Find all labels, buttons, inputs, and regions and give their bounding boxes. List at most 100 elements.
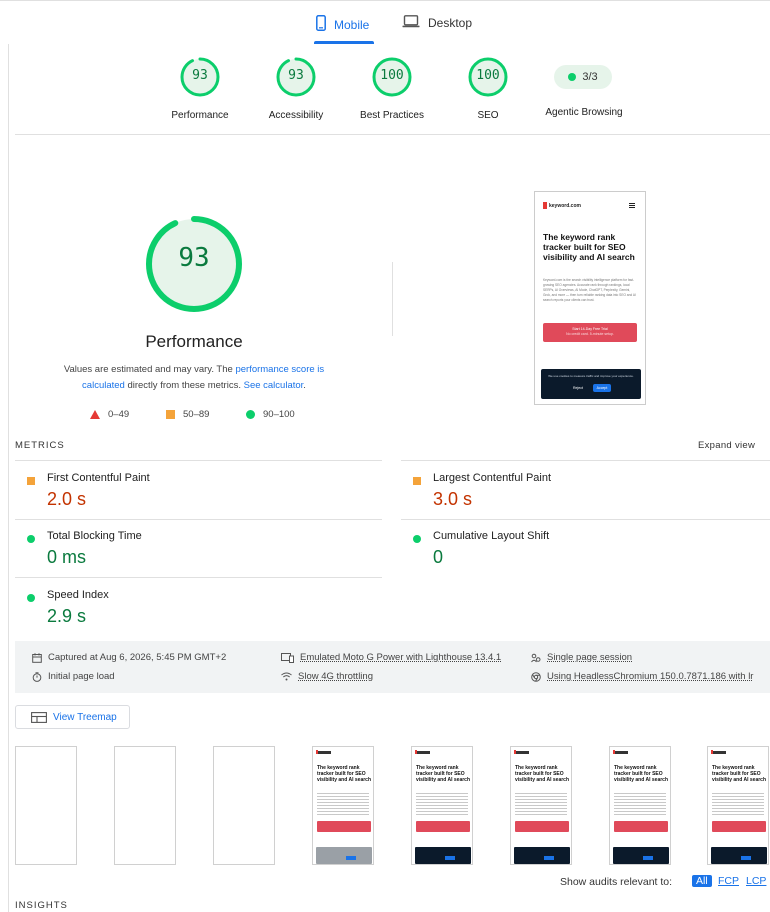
note-text: directly from these metrics.	[124, 380, 244, 391]
legend-range: 90–100	[263, 409, 295, 420]
vertical-divider	[392, 262, 393, 336]
device-text: Emulated Moto G Power with Lighthouse 13…	[300, 652, 502, 663]
audits-filter-label: Show audits relevant to:	[560, 876, 673, 888]
legend-pass: 90–100	[246, 409, 295, 420]
tab-mobile-label: Mobile	[334, 17, 370, 32]
gauge-score: 100	[476, 68, 500, 83]
device-tabs: Mobile Desktop	[0, 0, 770, 44]
metric-label: Largest Contentful Paint	[433, 472, 552, 484]
frame-body	[416, 793, 468, 815]
captured-text: Captured at Aug 6, 2026, 5:45 PM GMT+2	[48, 652, 227, 663]
frame-headline: The keyword rank tracker built for SEO v…	[712, 765, 767, 783]
report-border	[8, 44, 9, 912]
filmstrip-frame[interactable]: The keyword rank tracker built for SEO v…	[510, 746, 572, 865]
expand-view-toggle[interactable]: Expand view	[698, 440, 755, 451]
gauge-label: Accessibility	[268, 110, 324, 121]
divider	[15, 519, 382, 520]
metric-value: 2.9 s	[47, 606, 87, 626]
score-note: Values are estimated and may vary. The p…	[44, 362, 344, 394]
metric-label: Total Blocking Time	[47, 530, 142, 542]
agentic-label: Agentic Browsing	[545, 107, 623, 118]
site-cta-sub: No credit card. 5-minute setup.	[566, 331, 614, 336]
view-treemap-label: View Treemap	[53, 711, 117, 723]
browser-version[interactable]: Using HeadlessChromium 150.0.7871.186 wi…	[531, 671, 753, 682]
metric-tbt: Total Blocking Time 0 ms	[15, 530, 382, 570]
score-legend: 0–49 50–89 90–100	[90, 409, 330, 423]
load-text: Initial page load	[48, 671, 115, 682]
gauge-performance[interactable]: 93 Performance	[155, 56, 245, 121]
page-load-type: Initial page load	[32, 671, 115, 682]
filter-all[interactable]: All	[692, 875, 712, 887]
frame-headline: The keyword rank tracker built for SEO v…	[317, 765, 372, 783]
filter-fcp[interactable]: FCP	[718, 875, 739, 887]
circle-icon	[413, 535, 421, 543]
site-cookie-banner: We use cookies to measure traffic and im…	[541, 369, 641, 399]
site-logo-text: keyword.com	[549, 202, 581, 209]
legend-average: 50–89	[166, 409, 209, 420]
calendar-icon	[32, 652, 42, 663]
site-logo	[316, 750, 331, 754]
divider	[401, 519, 770, 520]
pass-dot-icon	[568, 73, 577, 81]
filmstrip: The keyword rank tracker built for SEO v…	[15, 746, 770, 866]
gauge-seo[interactable]: 100 SEO	[443, 56, 533, 121]
circle-icon	[246, 410, 255, 419]
gauge-accessibility[interactable]: 93 Accessibility	[251, 56, 341, 121]
view-treemap-button[interactable]: View Treemap	[15, 705, 130, 729]
laptop-icon	[402, 15, 420, 31]
metric-value: 0 ms	[47, 547, 87, 567]
frame-body	[515, 793, 567, 815]
emulated-device[interactable]: Emulated Moto G Power with Lighthouse 13…	[281, 652, 501, 663]
metric-label: Speed Index	[47, 589, 109, 601]
filmstrip-frame[interactable]	[114, 746, 176, 865]
gauge-label: Best Practices	[360, 110, 424, 121]
metric-lcp: Largest Contentful Paint 3.0 s	[401, 472, 770, 512]
agentic-browsing-badge[interactable]: 3/3	[554, 65, 612, 89]
frame-headline: The keyword rank tracker built for SEO v…	[614, 765, 669, 783]
see-calculator-link[interactable]: See calculator	[244, 380, 304, 391]
phone-icon	[316, 15, 326, 34]
gauge-label: Performance	[171, 110, 229, 121]
legend-range: 0–49	[108, 409, 130, 420]
frame-body	[317, 793, 369, 815]
divider	[15, 577, 382, 578]
tab-desktop[interactable]: Desktop	[402, 15, 472, 31]
performance-title: Performance	[145, 332, 243, 351]
performance-score: 93	[178, 243, 210, 273]
filter-lcp[interactable]: LCP	[746, 875, 766, 887]
tab-mobile[interactable]: Mobile	[316, 15, 369, 34]
metric-speed-index: Speed Index 2.9 s	[15, 589, 382, 629]
frame-headline: The keyword rank tracker built for SEO v…	[515, 765, 570, 783]
wifi-icon	[281, 672, 292, 681]
session-type[interactable]: Single page session	[531, 652, 632, 663]
filmstrip-frame[interactable]	[213, 746, 275, 865]
circle-icon	[27, 594, 35, 602]
filmstrip-frame[interactable]: The keyword rank tracker built for SEO v…	[707, 746, 769, 865]
filmstrip-frame[interactable]: The keyword rank tracker built for SEO v…	[411, 746, 473, 865]
note-text: .	[303, 380, 306, 391]
timer-icon	[32, 671, 42, 682]
divider	[15, 460, 382, 461]
site-cta-button: Start 14-Day Free Trial No credit card. …	[543, 323, 637, 342]
final-screenshot[interactable]: keyword.com The keyword rank tracker bui…	[534, 191, 646, 405]
gauge-label: SEO	[477, 110, 499, 121]
frame-cookie	[711, 847, 767, 864]
frame-cta	[614, 821, 668, 832]
gauge-best-practices[interactable]: 100 Best Practices	[347, 56, 437, 121]
legend-fail: 0–49	[90, 409, 129, 420]
chrome-icon	[531, 671, 541, 682]
frame-cta	[416, 821, 470, 832]
metric-fcp: First Contentful Paint 2.0 s	[15, 472, 382, 512]
filmstrip-frame[interactable]	[15, 746, 77, 865]
gauge-score: 93	[288, 68, 304, 83]
metrics-heading: METRICS	[15, 440, 65, 451]
filmstrip-frame[interactable]: The keyword rank tracker built for SEO v…	[312, 746, 374, 865]
cookie-accept: Accept	[593, 384, 611, 392]
cookie-text: We use cookies to measure traffic and im…	[548, 374, 634, 378]
filmstrip-frame[interactable]: The keyword rank tracker built for SEO v…	[609, 746, 671, 865]
site-logo	[613, 750, 628, 754]
network-throttling[interactable]: Slow 4G throttling	[281, 671, 373, 682]
frame-cta	[515, 821, 569, 832]
site-logo	[711, 750, 726, 754]
frame-body	[614, 793, 666, 815]
